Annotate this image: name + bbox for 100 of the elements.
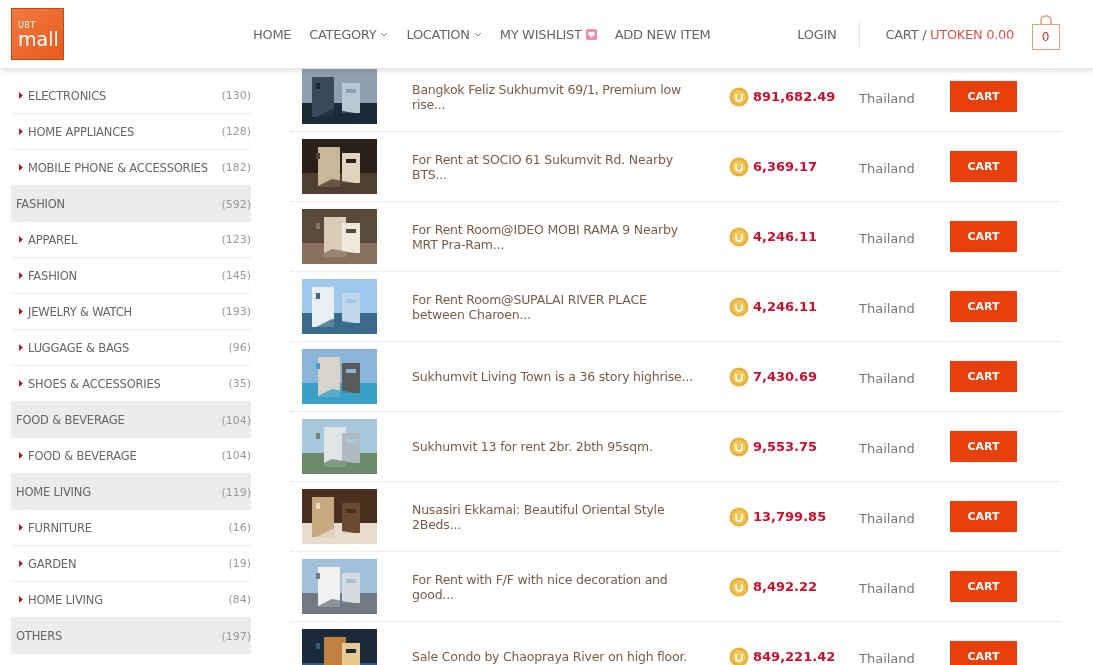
coin-icon	[729, 86, 749, 107]
product-price: 9,553.75	[753, 439, 818, 454]
category-count: (19)	[228, 557, 251, 570]
product-title[interactable]: For Rent Room@IDEO MOBI RAMA 9 Nearby MRT Pra-Ram...	[412, 221, 702, 252]
triangle-icon	[19, 380, 23, 387]
product-location: Thailand	[859, 651, 916, 665]
nav-link[interactable]: ADD NEW ITEM	[614, 26, 711, 42]
product-title[interactable]: For Rent Room@SUPALAI RIVER PLACE between Charoen...	[412, 291, 702, 322]
product-price: 8,492.22	[753, 579, 818, 594]
cart-button[interactable]: CART	[950, 221, 1017, 252]
category-count: (104)	[221, 449, 251, 462]
cart-button[interactable]: CART	[950, 151, 1017, 182]
category-count: (193)	[221, 305, 251, 318]
coin-icon	[729, 366, 749, 387]
category-count: (128)	[221, 125, 251, 138]
nav-link[interactable]: MY WISHLIST	[499, 26, 597, 42]
category-label: FOOD & BEVERAGE	[28, 448, 137, 463]
product-location: Thailand	[859, 161, 916, 176]
product-title[interactable]: For Rent with F/F with nice decoration and good...	[412, 571, 702, 602]
cart-button[interactable]: CART	[950, 291, 1017, 322]
coin-icon	[729, 646, 749, 665]
cart-button[interactable]: CART	[950, 571, 1017, 602]
cart-link[interactable]: CART / UTOKEN 0.00	[885, 26, 1014, 42]
chevron-down-icon	[380, 31, 389, 37]
cart-button[interactable]: CART	[950, 501, 1017, 532]
product-price: 7,430.69	[753, 369, 818, 384]
login-link[interactable]: LOGIN	[797, 26, 837, 42]
product-price: 849,221.42	[753, 649, 836, 664]
category-count: (592)	[221, 197, 251, 211]
category-label: MOBILE PHONE & ACCESSORIES	[28, 160, 208, 175]
category-group[interactable]: FOOD & BEVERAGE (104)	[11, 402, 251, 438]
category-label: FASHION	[16, 197, 66, 211]
triangle-icon	[19, 596, 23, 603]
category-count: (96)	[228, 341, 251, 354]
category-label: SHOES & ACCESSORIES	[28, 376, 161, 391]
category-item[interactable]: HOME APPLIANCES (128)	[11, 114, 251, 150]
product-price: 6,369.17	[753, 159, 818, 174]
heart-icon	[585, 28, 597, 40]
triangle-icon	[19, 452, 23, 459]
category-count: (35)	[228, 377, 251, 390]
product-location: Thailand	[859, 371, 916, 386]
category-count: (104)	[221, 413, 251, 427]
category-item[interactable]: FASHION (145)	[11, 258, 251, 294]
product-location: Thailand	[859, 91, 916, 106]
coin-icon	[729, 436, 749, 457]
category-label: HOME APPLIANCES	[28, 124, 135, 139]
coin-icon	[729, 576, 749, 597]
category-group[interactable]: FASHION (592)	[11, 186, 251, 222]
nav-link[interactable]: CATEGORY	[309, 26, 389, 42]
category-label: FURNITURE	[28, 520, 92, 535]
category-item[interactable]: LUGGAGE & BAGS (96)	[11, 330, 251, 366]
category-count: (182)	[221, 161, 251, 174]
triangle-icon	[19, 560, 23, 567]
category-count: (119)	[221, 485, 251, 499]
category-item[interactable]: APPAREL (123)	[11, 222, 251, 258]
triangle-icon	[19, 524, 23, 531]
category-label: JEWELRY & WATCH	[28, 304, 132, 319]
product-price: 4,246.11	[753, 299, 818, 314]
cart-button[interactable]: CART	[950, 431, 1017, 462]
product-title[interactable]: For Rent at SOCIO 61 Sukumvit Rd. Nearby BTS...	[412, 151, 702, 182]
product-location: Thailand	[859, 231, 916, 246]
product-title[interactable]: Sukhumvit 13 for rent 2br. 2bth 95sqm.	[412, 439, 702, 454]
triangle-icon	[19, 272, 23, 279]
coin-icon	[729, 226, 749, 247]
category-label: LUGGAGE & BAGS	[28, 340, 130, 355]
product-title[interactable]: Nusasiri Ekkamai: Beautiful Oriental Style 2Beds...	[412, 501, 702, 532]
product-title[interactable]: Bangkok Feliz Sukhumvit 69/1, Premium low rise...	[412, 81, 702, 112]
category-count: (16)	[228, 521, 251, 534]
category-item[interactable]: ELECTRONICS (130)	[11, 78, 251, 114]
product-location: Thailand	[859, 441, 916, 456]
bag-handle-icon	[1038, 14, 1053, 24]
category-group[interactable]: OTHERS (197)	[11, 618, 251, 654]
category-label: HOME LIVING	[28, 592, 103, 607]
category-count: (84)	[228, 593, 251, 606]
category-label: APPAREL	[28, 232, 78, 247]
triangle-icon	[19, 92, 23, 99]
product-title[interactable]: Sale Condo by Chaopraya River on high floor.	[412, 649, 702, 664]
logo[interactable]: UBT mall	[11, 8, 64, 60]
product-title[interactable]: Sukhumvit Living Town is a 36 story highrise...	[412, 369, 702, 384]
cart-button[interactable]: CART	[950, 641, 1017, 665]
category-count: (123)	[221, 233, 251, 246]
category-label: OTHERS	[16, 629, 63, 643]
category-item[interactable]: FURNITURE (16)	[11, 510, 251, 546]
nav-link[interactable]: HOME	[253, 26, 292, 42]
logo-text: UBT	[18, 20, 37, 30]
product-price: 13,799.85	[753, 509, 827, 524]
coin-icon	[729, 506, 749, 527]
nav-link[interactable]: LOCATION	[406, 26, 482, 42]
product-location: Thailand	[859, 301, 916, 316]
category-item[interactable]: GARDEN (19)	[11, 546, 251, 582]
chevron-down-icon	[473, 31, 482, 37]
coin-icon	[729, 296, 749, 317]
category-item[interactable]: JEWELRY & WATCH (193)	[11, 294, 251, 330]
cart-button[interactable]: CART	[950, 361, 1017, 392]
cart-button[interactable]: CART	[950, 81, 1017, 112]
product-location: Thailand	[859, 511, 916, 526]
category-group[interactable]: HOME LIVING (119)	[11, 474, 251, 510]
product-location: Thailand	[859, 581, 916, 596]
category-label: FASHION	[28, 268, 78, 283]
product-price: 4,246.11	[753, 229, 818, 244]
